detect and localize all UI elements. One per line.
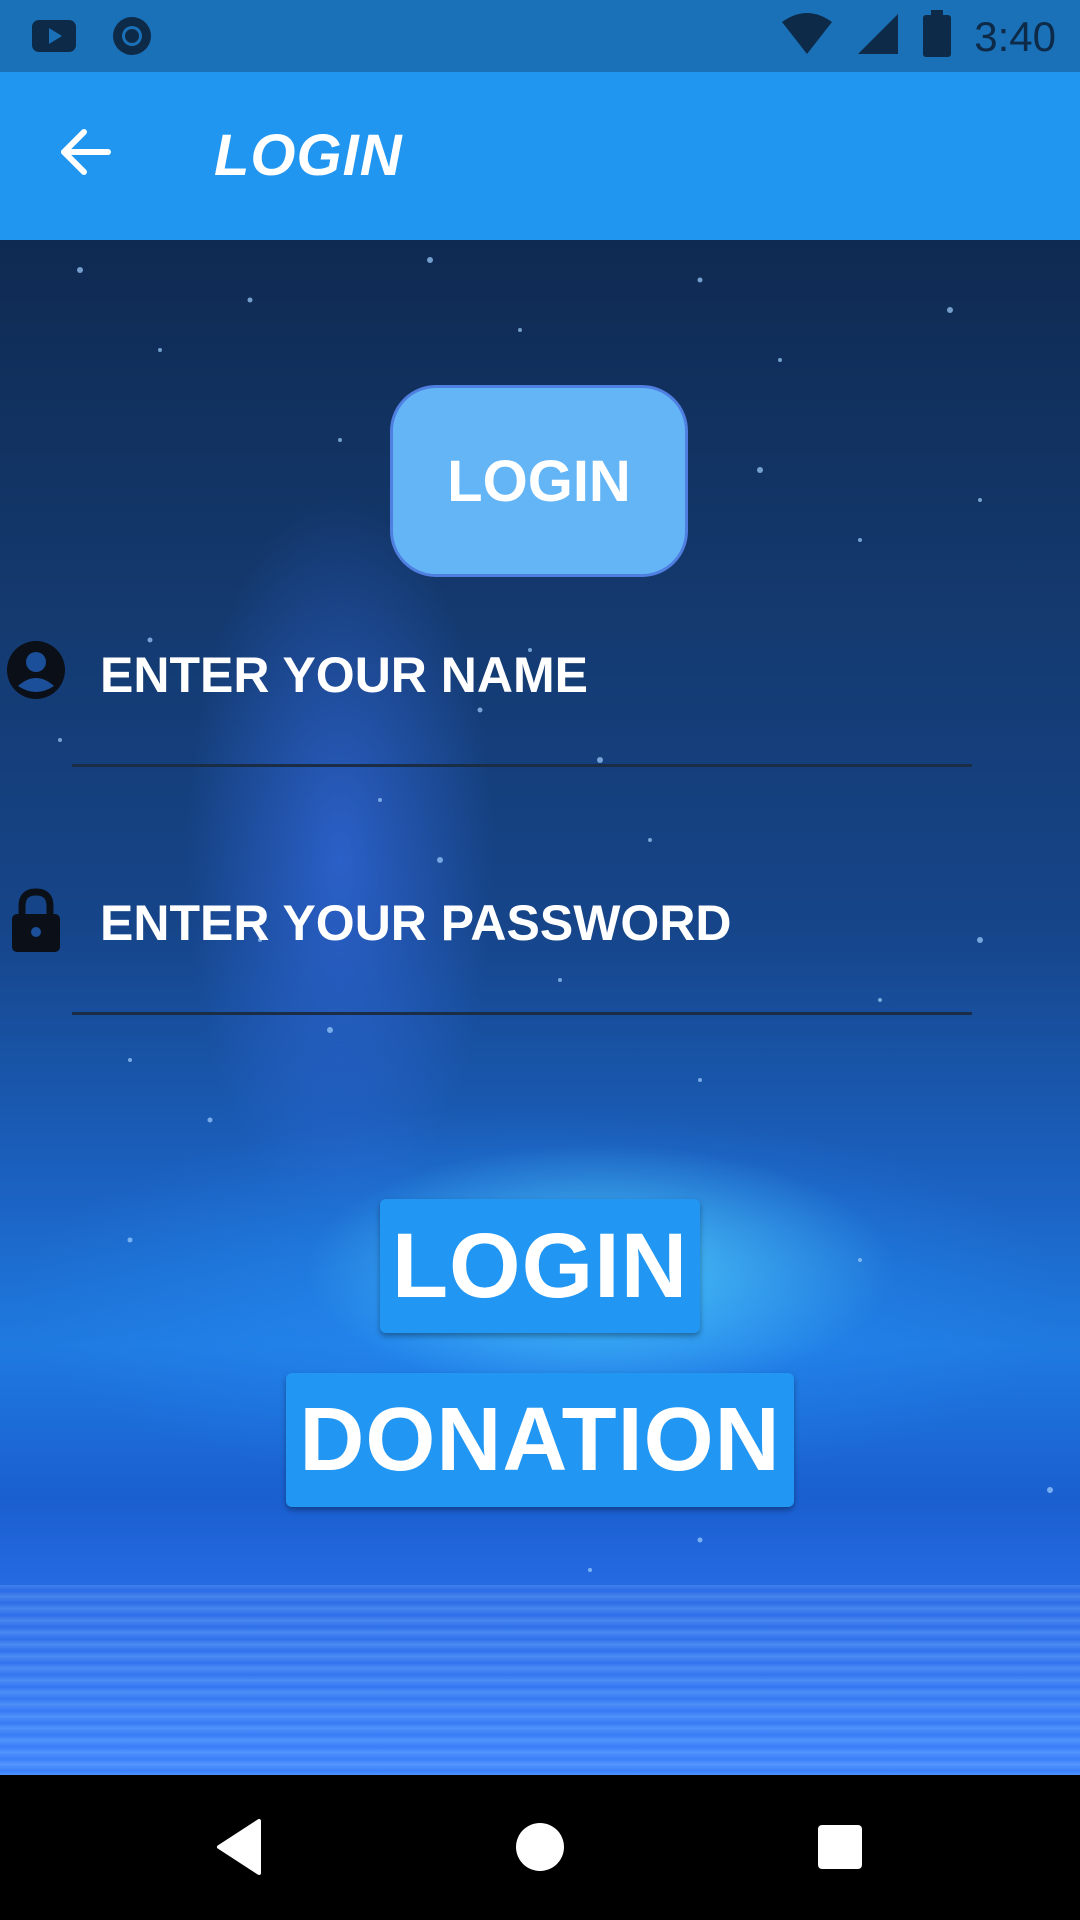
system-nav-bar: [0, 1775, 1080, 1920]
account-circle-icon: [6, 640, 66, 700]
name-input-underline: [72, 764, 972, 767]
circle-app-icon: [110, 14, 154, 63]
back-button[interactable]: [44, 112, 128, 196]
app-bar: LOGIN: [0, 72, 1080, 240]
login-background: LOGIN LOGIN DONATION: [0, 240, 1080, 1775]
name-input[interactable]: [100, 640, 980, 710]
nav-recents-button[interactable]: [800, 1809, 880, 1889]
status-bar: 3:40: [0, 0, 1080, 72]
password-input-underline: [72, 1012, 972, 1015]
water-reflection: [0, 1585, 1080, 1775]
home-circle-icon: [514, 1821, 566, 1878]
nav-home-button[interactable]: [500, 1809, 580, 1889]
signal-icon: [856, 12, 900, 61]
donation-button[interactable]: DONATION: [286, 1373, 794, 1507]
recents-square-icon: [816, 1823, 864, 1876]
wifi-icon: [780, 12, 834, 61]
password-input[interactable]: [100, 888, 980, 958]
page-title: LOGIN: [214, 123, 403, 188]
status-time: 3:40: [974, 12, 1056, 60]
battery-icon: [922, 10, 952, 63]
password-field-row: [0, 888, 1080, 1028]
youtube-icon: [30, 16, 78, 61]
login-header-chip: LOGIN: [390, 385, 688, 577]
arrow-left-icon: [58, 124, 114, 185]
back-triangle-icon: [215, 1818, 265, 1880]
nav-back-button[interactable]: [200, 1809, 280, 1889]
login-button[interactable]: LOGIN: [380, 1199, 700, 1333]
lock-icon: [6, 888, 66, 952]
name-field-row: [0, 640, 1080, 780]
